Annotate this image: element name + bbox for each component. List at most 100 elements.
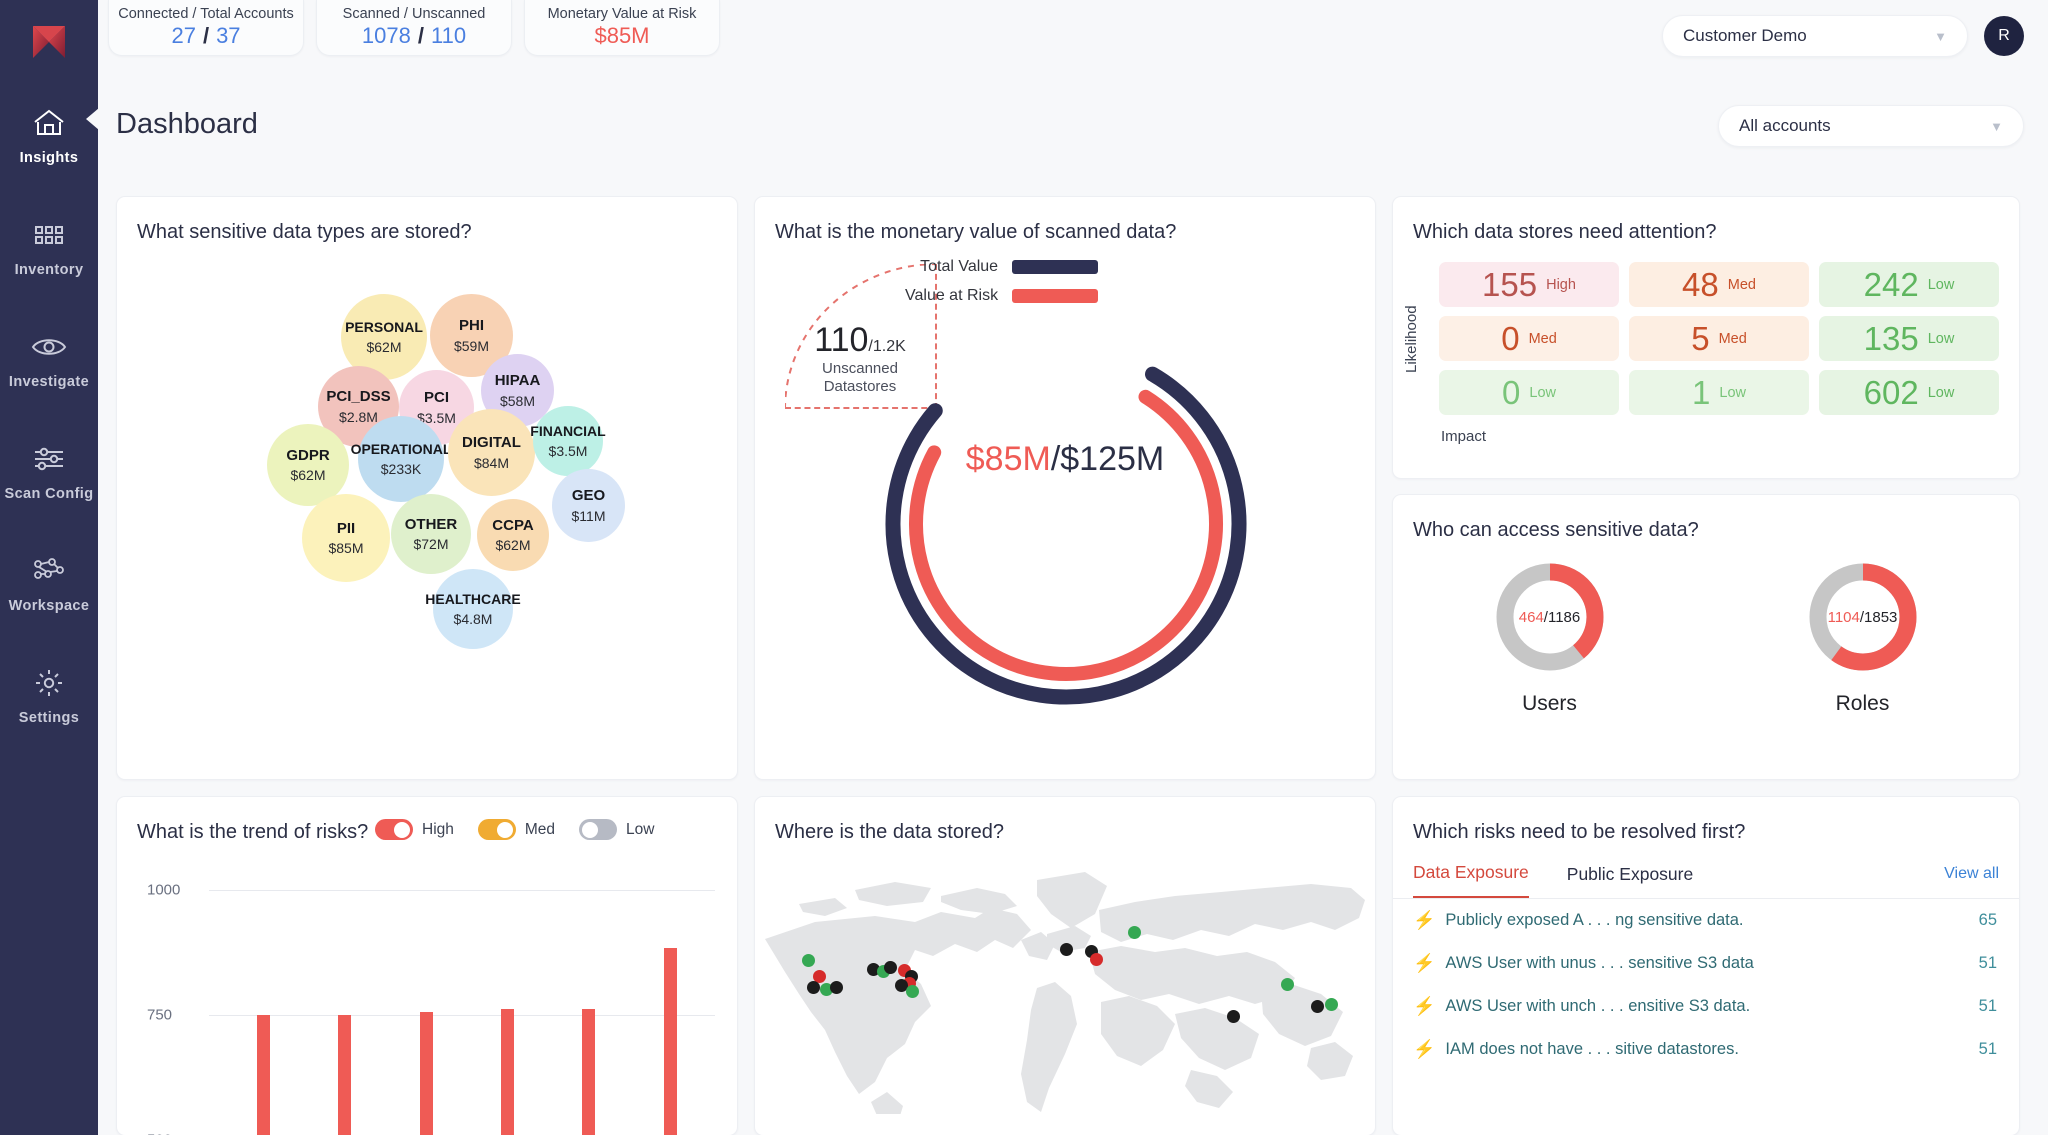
tab-data-exposure[interactable]: Data Exposure (1413, 862, 1529, 899)
sidebar-item-settings[interactable]: Settings (0, 652, 98, 736)
page-title: Dashboard (116, 108, 258, 140)
bar[interactable] (257, 1015, 271, 1135)
bar[interactable] (338, 1015, 352, 1135)
roles-ring-label: 1104/1853 (1804, 558, 1922, 676)
toggle-low[interactable]: Low (579, 819, 654, 840)
org-select[interactable]: Customer Demo ▼ (1662, 15, 1968, 57)
bubble-financial[interactable]: FINANCIAL $3.5M (530, 406, 606, 476)
bubble-ccpa[interactable]: CCPA $62M (477, 499, 549, 571)
bar[interactable] (582, 1009, 596, 1135)
avatar[interactable]: R (1984, 16, 2024, 56)
brand-logo[interactable] (21, 14, 77, 70)
bubble-label: PII (336, 519, 356, 537)
view-all-link[interactable]: View all (1944, 865, 1999, 896)
stat-card-monetary-risk[interactable]: Monetary Value at Risk $85M (524, 0, 720, 56)
bubble-pii[interactable]: PII $85M (302, 494, 390, 582)
bubble-geo[interactable]: GEO $11M (552, 469, 625, 542)
map-marker[interactable] (830, 981, 843, 994)
card-monetary-value: What is the monetary value of scanned da… (754, 196, 1376, 780)
matrix-cell-2-0[interactable]: 0 Low (1439, 370, 1619, 415)
map-marker[interactable] (807, 981, 820, 994)
matrix-cell-0-0[interactable]: 155 High (1439, 262, 1619, 307)
users-ring-label: 464/1186 (1491, 558, 1609, 676)
bubble-label: FINANCIAL (530, 423, 606, 440)
avatar-initial: R (1998, 27, 2010, 44)
dashboard-grid: What sensitive data types are stored? PE… (116, 196, 2030, 1135)
matrix-cell-1-0[interactable]: 0 Med (1439, 316, 1619, 361)
map-marker[interactable] (906, 985, 919, 998)
bubble-value: $11M (571, 507, 606, 524)
toggle-high[interactable]: High (375, 819, 454, 840)
map-marker[interactable] (1227, 1010, 1240, 1023)
bubble-gdpr[interactable]: GDPR $62M (267, 424, 349, 506)
right-column-top: Which data stores need attention? Likeli… (1392, 196, 2020, 780)
account-select[interactable]: All accounts ▼ (1718, 105, 2024, 147)
matrix-cell-0-2[interactable]: 242 Low (1819, 262, 1999, 307)
access-item-roles[interactable]: 1104/1853 Roles (1804, 558, 1922, 716)
header-controls: Customer Demo ▼ R (1662, 15, 2024, 57)
sidebar-item-insights[interactable]: Insights (0, 92, 99, 176)
bolt-icon: ⚡ (1413, 1039, 1436, 1059)
risk-row[interactable]: ⚡ AWS User with unus . . . sensitive S3 d… (1393, 942, 2019, 985)
matrix-cell-1-2[interactable]: 135 Low (1819, 316, 1999, 361)
bubble-digital[interactable]: DIGITAL $84M (448, 409, 535, 496)
matrix-x-axis-label: Impact (1441, 428, 1487, 445)
map-marker[interactable] (1325, 998, 1338, 1011)
matrix-row: 0 Low 1 Low 602 Low (1439, 370, 1999, 415)
map-marker[interactable] (1128, 926, 1141, 939)
bolt-icon: ⚡ (1413, 910, 1436, 930)
risk-count: 51 (1978, 1040, 1997, 1058)
card-title: What is the monetary value of scanned da… (775, 221, 1177, 243)
toggle-switch-low[interactable] (579, 819, 618, 840)
bubble-other[interactable]: OTHER $72M (391, 494, 471, 574)
world-map[interactable] (755, 844, 1375, 1114)
map-marker[interactable] (1090, 953, 1103, 966)
sidebar-item-investigate[interactable]: Investigate (0, 316, 98, 400)
matrix-cell-value: 135 (1863, 320, 1919, 357)
roles-label: Roles (1835, 692, 1890, 715)
bubble-value: $84M (473, 454, 510, 471)
access-item-users[interactable]: 464/1186 Users (1491, 558, 1609, 716)
map-marker[interactable] (1281, 978, 1294, 991)
matrix-cell-2-2[interactable]: 602 Low (1819, 370, 1999, 415)
stat-value-unscanned: 110 (431, 23, 467, 48)
toggle-switch-med[interactable] (477, 819, 516, 840)
matrix-cell-1-1[interactable]: 5 Med (1629, 316, 1809, 361)
stat-value-connected: 27 (171, 23, 196, 48)
toggle-med[interactable]: Med (477, 819, 555, 840)
bubble-operational[interactable]: OPERATIONAL $233K (351, 416, 451, 502)
stat-values: 1078 / 110 (362, 23, 466, 49)
risk-row[interactable]: ⚡ AWS User with unch . . . ensitive S3 da… (1393, 985, 2019, 1028)
tab-public-exposure[interactable]: Public Exposure (1567, 864, 1693, 898)
bar[interactable] (501, 1009, 515, 1135)
sidebar-item-scan-config[interactable]: Scan Config (0, 428, 98, 512)
bubble-healthcare[interactable]: HEALTHCARE $4.8M (425, 569, 521, 649)
roles-ring: 1104/1853 (1804, 558, 1922, 676)
sidebar-item-inventory[interactable]: Inventory (0, 204, 98, 288)
monetary-total-value: $125M (1060, 440, 1165, 478)
monetary-separator: / (1050, 440, 1061, 478)
bar[interactable] (663, 947, 677, 1135)
matrix-cell-0-1[interactable]: 48 Med (1629, 262, 1809, 307)
bubble-label: HIPAA (494, 372, 541, 390)
risk-row[interactable]: ⚡ Publicly exposed A . . . ng sensitive d… (1393, 899, 2019, 942)
sidebar-item-workspace[interactable]: Workspace (0, 540, 98, 624)
matrix-cell-value: 0 (1502, 374, 1521, 411)
map-marker[interactable] (1060, 943, 1073, 956)
map-marker[interactable] (884, 961, 897, 974)
toggle-knob (582, 821, 599, 838)
map-marker[interactable] (802, 954, 815, 967)
stat-card-accounts[interactable]: Connected / Total Accounts 27 / 37 (108, 0, 304, 56)
matrix-cell-2-1[interactable]: 1 Low (1629, 370, 1809, 415)
chevron-down-icon: ▼ (1990, 118, 2003, 134)
matrix-cell-value: 602 (1863, 374, 1919, 411)
bubble-label: OTHER (404, 515, 458, 533)
stat-card-scanned[interactable]: Scanned / Unscanned 1078 / 110 (316, 0, 512, 56)
bar[interactable] (419, 1011, 433, 1135)
risk-row[interactable]: ⚡ IAM does not have . . . sitive datastor… (1393, 1028, 2019, 1071)
toggle-switch-high[interactable] (375, 819, 413, 840)
map-marker[interactable] (1311, 1000, 1324, 1013)
bar-series (223, 890, 711, 1135)
card-title: Where is the data stored? (775, 821, 1005, 843)
sidebar-item-label: Settings (18, 710, 80, 726)
